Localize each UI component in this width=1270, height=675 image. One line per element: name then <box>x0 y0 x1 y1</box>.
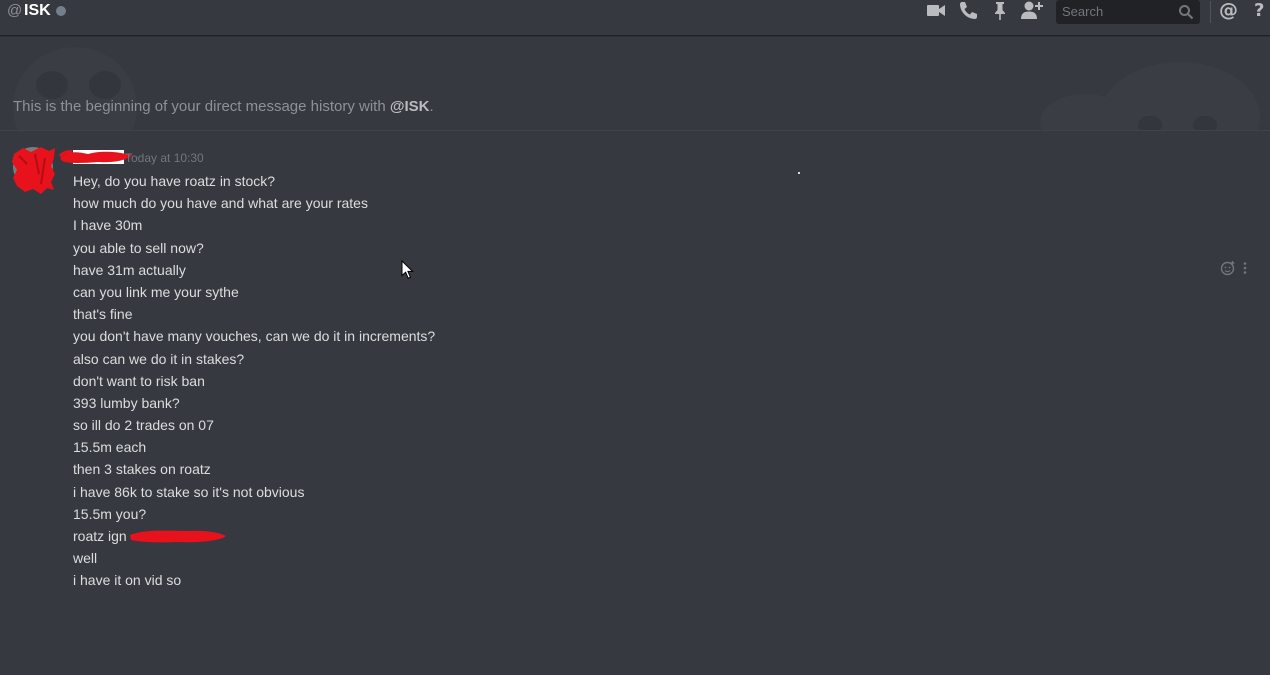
dm-window: @ ISK Search @ ? This is the beginning o… <box>0 0 1270 675</box>
message-text: Hey, do you have roatz in stock? <box>73 173 276 189</box>
search-icon[interactable] <box>1178 4 1194 25</box>
status-offline-indicator <box>56 6 66 16</box>
search-input[interactable]: Search <box>1056 0 1200 24</box>
message-text: don't want to risk ban <box>73 372 205 389</box>
message-text: can you link me your sythe <box>73 283 239 300</box>
message-text: 393 lumby bank? <box>73 394 180 411</box>
help-label: ? <box>1254 0 1265 21</box>
welcome-period: . <box>429 98 434 115</box>
message-list: Hey, do you have roatz in stock? how muc… <box>73 172 435 594</box>
add-friend-icon[interactable] <box>1020 0 1044 22</box>
screen-speck <box>798 172 800 174</box>
message-text: so ill do 2 trades on 07 <box>73 417 214 434</box>
divider <box>0 130 1270 131</box>
message-text: i have it on vid so <box>73 572 182 589</box>
search-placeholder: Search <box>1062 4 1104 19</box>
message-text: you don't have many vouches, can we do i… <box>73 328 436 345</box>
welcome-message: This is the beginning of your direct mes… <box>13 98 390 115</box>
welcome-illustration <box>0 37 1270 130</box>
message-text: i have 86k to stake so it's not obvious <box>73 483 305 500</box>
mention-icon[interactable]: @ <box>1219 0 1238 21</box>
message-author[interactable]: ██████ <box>73 150 125 164</box>
dm-recipient-name[interactable]: ISK <box>24 1 51 21</box>
avatar[interactable] <box>13 147 53 187</box>
mouse-cursor-icon <box>401 260 414 279</box>
pin-icon[interactable] <box>990 0 1010 22</box>
welcome-mention[interactable]: @ISK <box>390 98 430 115</box>
mention-label: @ <box>1219 0 1238 21</box>
message-text: how much do you have and what are your r… <box>73 195 368 212</box>
channel-header: @ ISK Search @ ? <box>0 0 1270 36</box>
video-call-icon[interactable] <box>925 0 947 22</box>
more-options-icon[interactable] <box>1242 261 1248 280</box>
message-text: also can we do it in stakes? <box>73 350 245 367</box>
voice-call-icon[interactable] <box>957 0 979 22</box>
message-text: have 31m actually <box>73 261 186 278</box>
header-divider <box>1210 1 1211 23</box>
message-actions <box>1220 260 1248 281</box>
at-symbol: @ <box>7 2 23 19</box>
message-text: well <box>73 550 98 567</box>
message-text: 15.5m you? <box>73 505 147 522</box>
message-text: I have 30m <box>73 217 143 234</box>
message-text: roatz ign <box>73 528 127 544</box>
dm-history-start: This is the beginning of your direct mes… <box>13 98 434 116</box>
message-timestamp: Today at 10:30 <box>125 151 204 165</box>
add-reaction-icon[interactable] <box>1220 260 1236 281</box>
message-text: that's fine <box>73 306 133 323</box>
message-text: 15.5m each <box>73 439 147 456</box>
help-icon[interactable]: ? <box>1254 0 1264 21</box>
message-text: then 3 stakes on roatz <box>73 461 211 478</box>
message-text: you able to sell now? <box>73 239 204 256</box>
